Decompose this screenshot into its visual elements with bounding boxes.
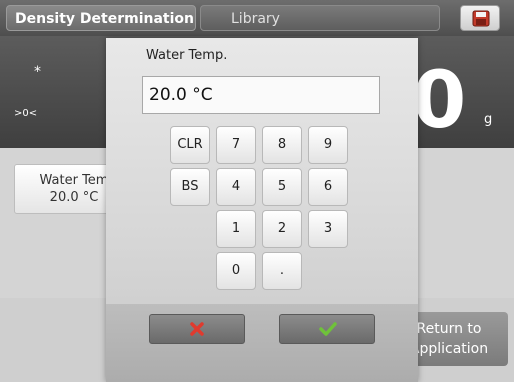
water-temp-input[interactable]: 20.0 °C (142, 76, 380, 114)
dialog-footer (106, 304, 418, 382)
tab-library[interactable]: Library (200, 5, 440, 31)
tab-density-determination[interactable]: Density Determination (6, 5, 196, 31)
weight-reading: 0 (412, 56, 467, 146)
weight-unit: g (484, 112, 493, 127)
save-button[interactable] (460, 5, 500, 31)
key-0[interactable]: 0 (216, 252, 256, 290)
key-6[interactable]: 6 (308, 168, 348, 206)
key-2[interactable]: 2 (262, 210, 302, 248)
key-5[interactable]: 5 (262, 168, 302, 206)
key-decimal[interactable]: . (262, 252, 302, 290)
red-x-icon (190, 322, 204, 336)
stable-indicator: * (34, 64, 41, 80)
key-7[interactable]: 7 (216, 126, 256, 164)
dialog-title: Water Temp. (146, 48, 228, 63)
key-bs[interactable]: BS (170, 168, 210, 206)
ok-button[interactable] (279, 314, 375, 344)
top-bar: Density Determination Library (0, 0, 514, 36)
key-3[interactable]: 3 (308, 210, 348, 248)
key-clr[interactable]: CLR (170, 126, 210, 164)
key-9[interactable]: 9 (308, 126, 348, 164)
water-temp-dialog: Water Temp. 20.0 °C CLR 7 8 9 BS 4 5 6 1… (106, 38, 418, 382)
key-8[interactable]: 8 (262, 126, 302, 164)
key-1[interactable]: 1 (216, 210, 256, 248)
key-4[interactable]: 4 (216, 168, 256, 206)
zero-indicator: >0< (14, 108, 38, 119)
green-check-icon (319, 322, 337, 336)
cancel-button[interactable] (149, 314, 245, 344)
floppy-disk-icon (472, 10, 490, 27)
